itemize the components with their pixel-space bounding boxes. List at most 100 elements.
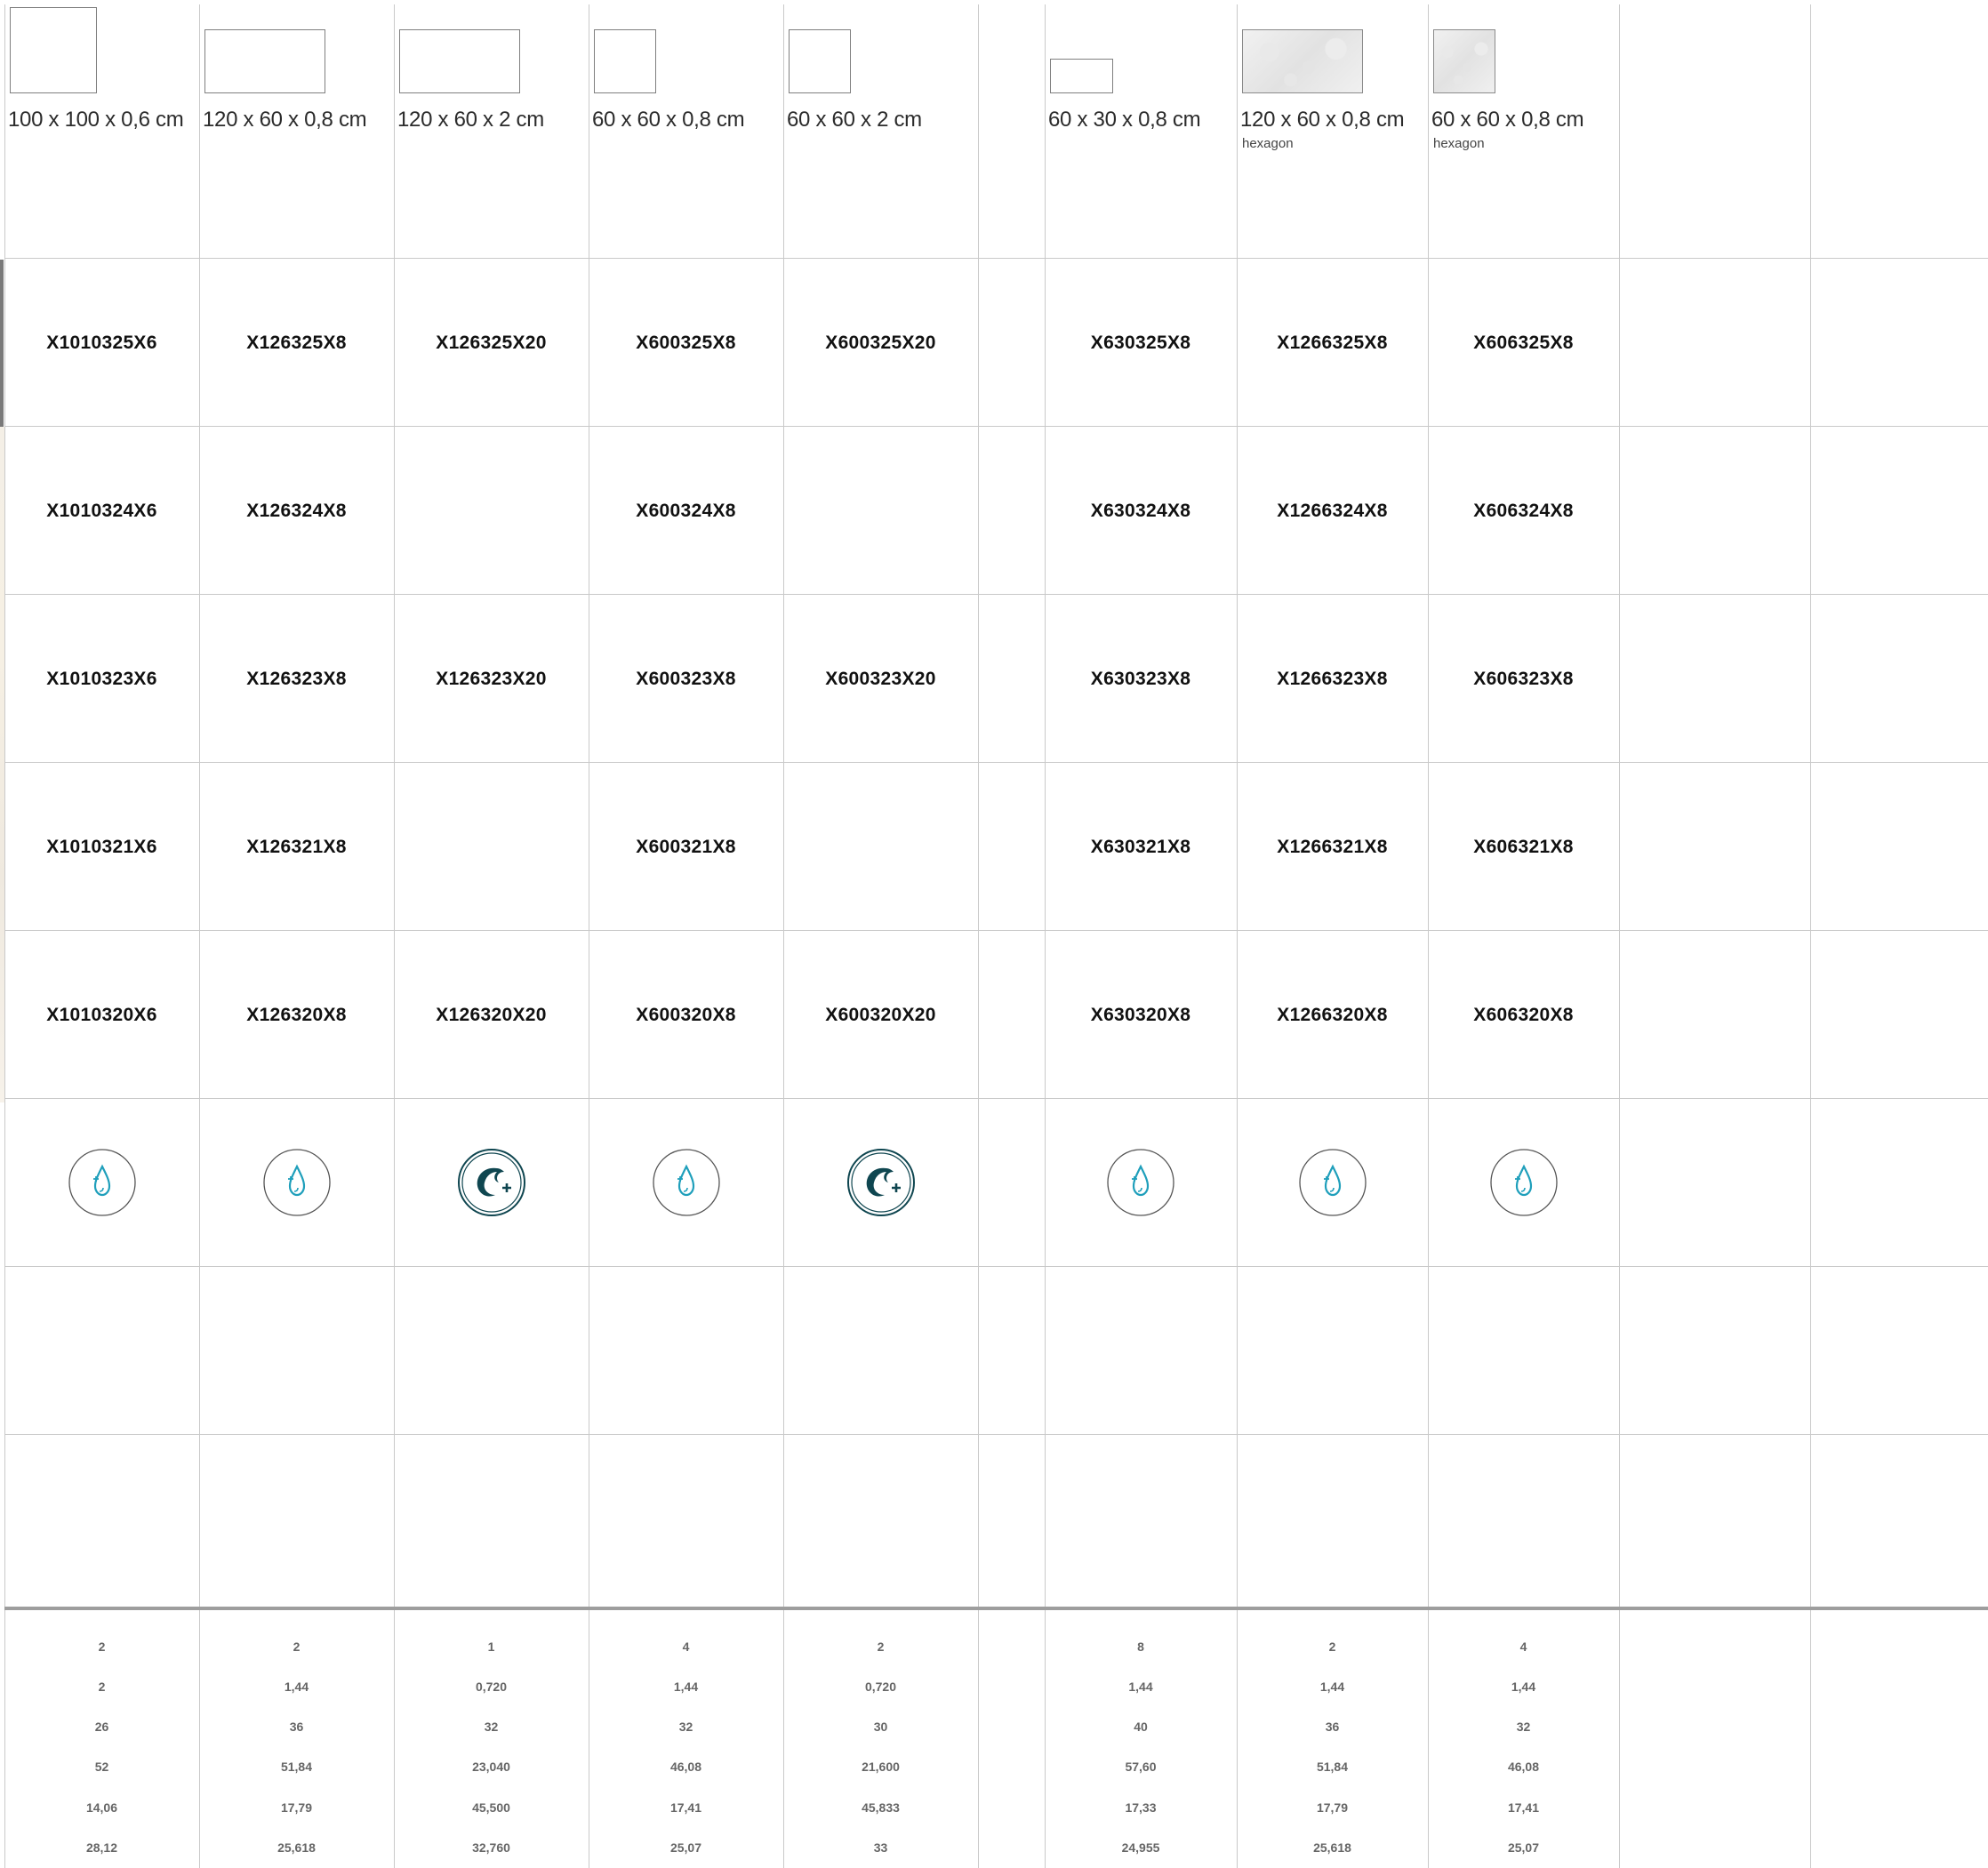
column-divider [394,4,395,1868]
article-code: X606325X8 [1473,333,1574,353]
packaging-value: 25,618 [277,1840,316,1855]
article-code: X600320X8 [636,1005,736,1025]
column-divider [4,4,5,1868]
article-code: X606321X8 [1473,837,1574,857]
packaging-value: 2 [877,1640,885,1654]
row-divider [4,594,1988,595]
packaging-value: 2 [1328,1640,1336,1654]
tile-shape-icon [594,29,656,93]
packaging-value: 32 [678,1720,693,1734]
packaging-value: 26 [94,1720,109,1734]
column-divider [1619,4,1620,1868]
article-code: X606320X8 [1473,1005,1574,1025]
article-code: X1266323X8 [1277,669,1388,689]
packaging-value: 30 [873,1720,888,1734]
tile-size-label: 120 x 60 x 2 cm [397,108,544,132]
packaging-value: 1 [487,1640,495,1654]
packaging-value: 17,79 [1316,1800,1349,1815]
row-marker [0,260,4,427]
packaging-value: 8 [1137,1640,1144,1654]
packaging-value: 51,84 [1316,1760,1349,1774]
packaging-value: 1,44 [1511,1680,1536,1694]
packaging-value: 2 [98,1640,106,1654]
packaging-value: 23,040 [472,1760,510,1774]
tile-pattern-note: hexagon [1433,136,1485,151]
water-drop-icon [652,1149,720,1216]
packaging-value: 2 [293,1640,301,1654]
water-drop-icon [1107,1149,1174,1216]
article-code: X1010324X6 [46,501,157,521]
packaging-value: 1,44 [673,1680,699,1694]
water-drop-icon [1489,1149,1558,1216]
outdoor-wave-icon [846,1149,915,1216]
row-divider [4,1266,1988,1267]
row-divider [4,1434,1988,1435]
row-divider [4,1098,1988,1099]
article-code: X126323X20 [436,669,547,689]
article-code: X1266321X8 [1277,837,1388,857]
row-divider [4,930,1988,931]
tile-shape-icon [204,29,325,93]
tile-shape-icon [789,29,851,93]
packaging-value: 25,618 [1313,1840,1351,1855]
packaging-value: 24,955 [1121,1840,1160,1855]
packaging-value: 17,33 [1125,1800,1157,1815]
tile-size-label: 120 x 60 x 0,8 cm [203,108,367,132]
packaging-value: 52 [94,1760,109,1774]
article-code: X600321X8 [636,837,736,857]
article-code: X630324X8 [1090,501,1191,521]
tile-shape-icon [1050,59,1113,93]
product-spec-table: 100 x 100 x 0,6 cm X1010325X6 X1010324X6 X1… [0,0,1988,1868]
column-divider [783,4,784,1868]
water-drop-icon [1298,1149,1367,1216]
column-divider [1045,4,1046,1868]
water-drop-icon [262,1149,331,1216]
article-code: X1010321X6 [46,837,157,857]
article-code: X600320X20 [825,1005,936,1025]
tile-size-label: 60 x 60 x 0,8 cm [592,108,745,132]
packaging-value: 1,44 [1128,1680,1153,1694]
packaging-value: 46,08 [1507,1760,1540,1774]
row-divider [4,762,1988,763]
packaging-value: 0,720 [475,1680,508,1694]
packaging-value: 17,41 [1507,1800,1540,1815]
article-code: X600325X8 [636,333,736,353]
packaging-value: 14,06 [85,1800,118,1815]
packaging-value: 33 [873,1840,888,1855]
color-swatch-strip [0,427,4,1102]
packaging-value: 0,720 [864,1680,897,1694]
tile-size-label: 60 x 60 x 2 cm [787,108,922,132]
article-code: X606324X8 [1473,501,1574,521]
packaging-value: 25,07 [669,1840,702,1855]
tile-size-label: 60 x 30 x 0,8 cm [1048,108,1201,132]
row-divider [4,426,1988,427]
packaging-value: 1,44 [284,1680,309,1694]
tile-size-label: 60 x 60 x 0,8 cm [1431,108,1584,132]
packaging-value: 51,84 [280,1760,313,1774]
packaging-value: 25,07 [1507,1840,1540,1855]
packaging-value: 32,760 [472,1840,510,1855]
column-divider [978,4,979,1868]
packaging-value: 4 [1519,1640,1527,1654]
article-code: X600325X20 [825,333,936,353]
article-code: X126320X8 [246,1005,347,1025]
tile-size-label: 100 x 100 x 0,6 cm [8,108,184,132]
packaging-value: 17,41 [669,1800,702,1815]
article-code: X126323X8 [246,669,347,689]
packaging-value: 45,500 [472,1800,510,1815]
packaging-value: 36 [289,1720,304,1734]
article-code: X126324X8 [246,501,347,521]
tile-shape-icon [1433,29,1495,93]
packaging-value: 17,79 [280,1800,313,1815]
packaging-value: 57,60 [1125,1760,1157,1774]
article-code: X630320X8 [1090,1005,1191,1025]
row-divider [4,258,1988,259]
packaging-value: 4 [682,1640,690,1654]
article-code: X1010320X6 [46,1005,157,1025]
article-code: X1010325X6 [46,333,157,353]
packaging-value: 21,600 [862,1760,900,1774]
article-code: X126325X8 [246,333,347,353]
packaging-value: 46,08 [669,1760,702,1774]
packaging-value: 36 [1325,1720,1340,1734]
packaging-value: 28,12 [85,1840,118,1855]
